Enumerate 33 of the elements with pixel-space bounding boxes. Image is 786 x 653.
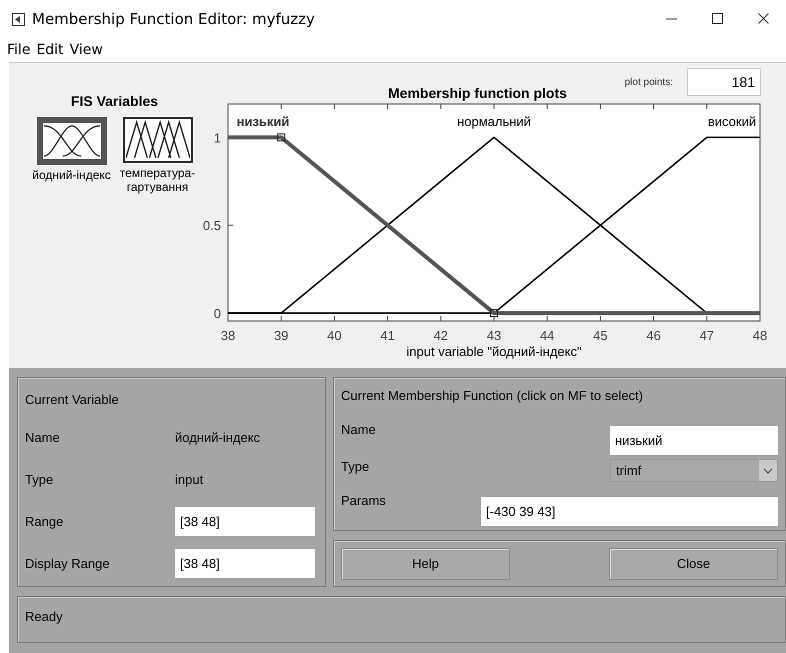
field-label: Name: [25, 430, 61, 444]
panel-title: Current Variable: [25, 392, 120, 406]
variable-type: input: [175, 472, 204, 486]
variable-label: температура-гартування: [118, 167, 196, 195]
x-tick-label: 41: [380, 328, 395, 343]
x-axis-label: input variable "йодний-індекс": [406, 344, 582, 359]
x-tick-label: 45: [593, 328, 608, 343]
field-label: Display Range: [25, 556, 111, 570]
x-tick-label: 40: [327, 328, 342, 343]
window-title: Membership Function Editor: myfuzzy: [32, 10, 316, 28]
status-text: Ready: [25, 609, 63, 624]
x-tick-label: 39: [274, 328, 288, 343]
x-tick-label: 43: [486, 328, 502, 343]
plot-points-label: plot points:: [624, 76, 673, 88]
x-tick-label: 42: [434, 328, 448, 343]
field-label: Type: [25, 472, 54, 486]
x-tick-label: 44: [540, 328, 554, 343]
field-label: Type: [341, 459, 370, 474]
y-tick-label: 0.5: [202, 218, 221, 234]
fis-variables-title: FIS Variables: [70, 93, 158, 109]
y-tick-label: 0: [214, 306, 221, 322]
field-label: Name: [341, 422, 377, 437]
x-tick-label: 46: [646, 328, 661, 343]
y-tick-label: 1: [214, 130, 221, 146]
variable-label: йодний-індекс: [32, 169, 111, 183]
field-label: Params: [341, 493, 387, 508]
x-tick-label: 48: [752, 328, 768, 343]
field-label: Range: [25, 514, 64, 528]
variable-name: йодний-індекс: [175, 430, 262, 444]
x-tick-label: 38: [220, 328, 236, 343]
plot-title: Membership function plots: [388, 85, 567, 101]
panel-title: Current Membership Function (click on MF to select): [341, 388, 644, 405]
x-tick-label: 47: [700, 328, 714, 343]
